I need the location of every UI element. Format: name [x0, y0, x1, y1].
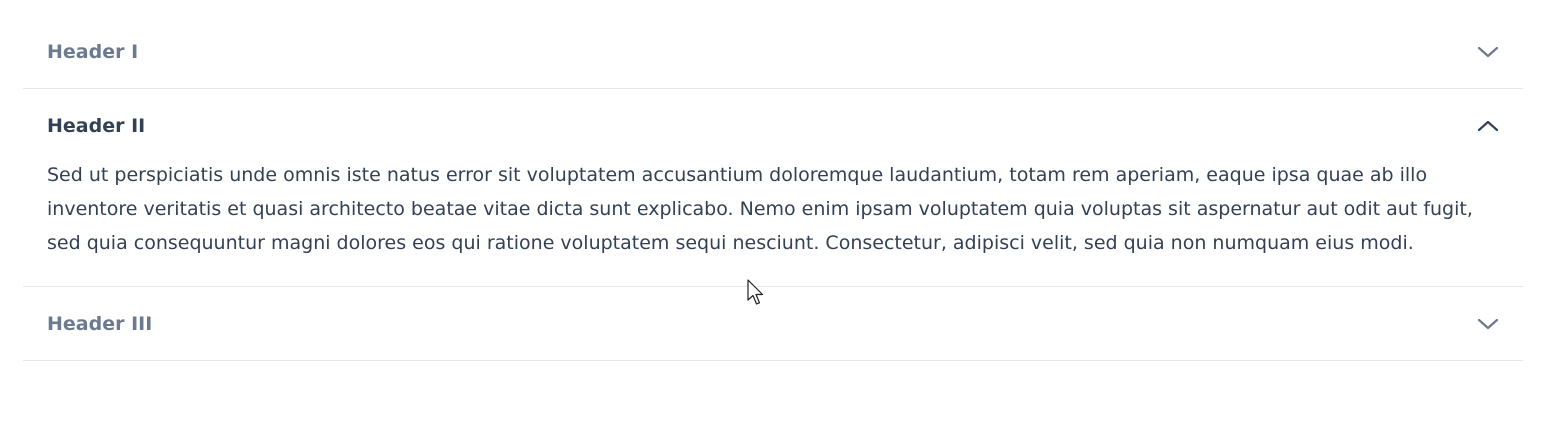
accordion-header-2[interactable]: Header II — [23, 89, 1523, 162]
mouse-cursor-icon — [747, 279, 767, 307]
chevron-down-icon[interactable] — [1477, 317, 1499, 331]
chevron-up-icon[interactable] — [1477, 119, 1499, 133]
accordion-header-1[interactable]: Header I — [23, 15, 1523, 88]
accordion-item-3: Header III — [23, 287, 1523, 361]
accordion-title-3: Header III — [47, 312, 153, 335]
accordion: Header I Header II Sed ut perspiciatis u… — [23, 15, 1523, 361]
accordion-title-1: Header I — [47, 40, 139, 63]
accordion-header-3[interactable]: Header III — [23, 287, 1523, 360]
chevron-down-icon[interactable] — [1477, 45, 1499, 59]
accordion-item-2: Header II Sed ut perspiciatis unde omnis… — [23, 89, 1523, 287]
accordion-title-2: Header II — [47, 114, 146, 137]
accordion-content-2: Sed ut perspiciatis unde omnis iste natu… — [47, 164, 1473, 254]
accordion-item-1: Header I — [23, 15, 1523, 89]
